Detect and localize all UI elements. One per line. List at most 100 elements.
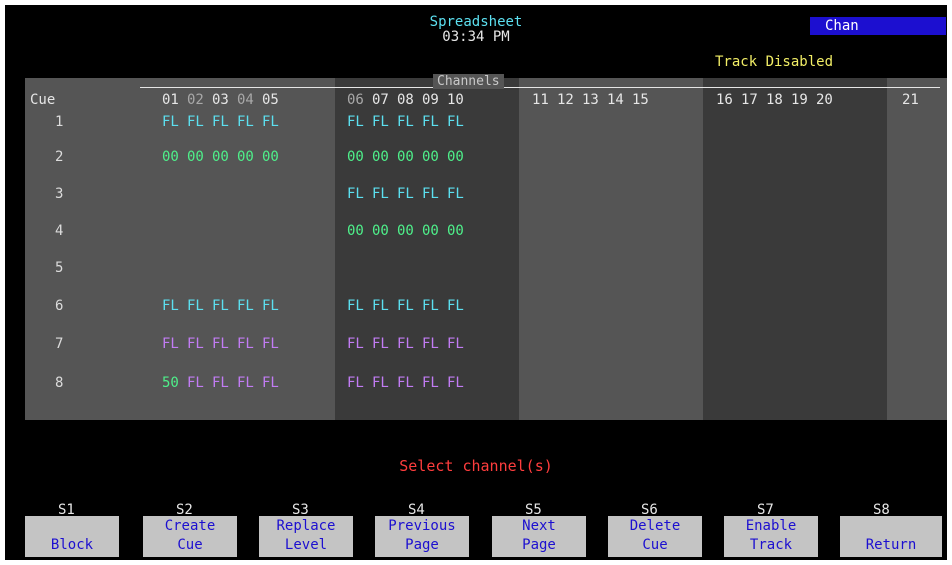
softkey-s3[interactable]: Replace Level: [259, 516, 353, 557]
level-cell[interactable]: FL: [262, 336, 279, 352]
softkey-label-line1: Delete: [629, 518, 681, 534]
softkey-label-line1: Enable: [745, 518, 797, 534]
softkey-s8[interactable]: Return: [840, 516, 942, 557]
level-cell[interactable]: FL: [422, 336, 439, 352]
level-cell[interactable]: 00: [397, 223, 414, 239]
cue-number[interactable]: 5: [55, 260, 63, 276]
level-cell[interactable]: 00: [262, 149, 279, 165]
cue-number[interactable]: 4: [55, 223, 63, 239]
cue-number[interactable]: 1: [55, 114, 63, 130]
level-cell[interactable]: 00: [162, 149, 179, 165]
level-cell[interactable]: FL: [397, 186, 414, 202]
softkey-s1[interactable]: Block: [25, 516, 119, 557]
level-cell[interactable]: 50: [162, 375, 179, 391]
channel-header-08[interactable]: 08: [397, 93, 414, 108]
cue-number[interactable]: 2: [55, 149, 63, 165]
channel-header-17[interactable]: 17: [741, 93, 758, 108]
level-cell[interactable]: FL: [372, 336, 389, 352]
channel-header-21[interactable]: 21: [902, 93, 919, 108]
channel-header-09[interactable]: 09: [422, 93, 439, 108]
level-cell[interactable]: FL: [237, 114, 254, 130]
softkey-s5[interactable]: Next Page: [492, 516, 586, 557]
level-cell[interactable]: 00: [372, 149, 389, 165]
channel-header-16[interactable]: 16: [716, 93, 733, 108]
softkey-s7[interactable]: Enable Track: [724, 516, 818, 557]
level-cell[interactable]: FL: [187, 114, 204, 130]
level-cell[interactable]: 00: [422, 149, 439, 165]
level-cell[interactable]: 00: [397, 149, 414, 165]
channel-header-10[interactable]: 10: [447, 93, 464, 108]
level-cell[interactable]: FL: [162, 298, 179, 314]
level-cell[interactable]: FL: [237, 336, 254, 352]
level-cell[interactable]: 00: [187, 149, 204, 165]
level-cell[interactable]: FL: [187, 375, 204, 391]
level-cell[interactable]: FL: [187, 336, 204, 352]
level-cell[interactable]: FL: [372, 114, 389, 130]
channel-header-04[interactable]: 04: [237, 93, 254, 108]
level-cell[interactable]: FL: [187, 298, 204, 314]
softkey-label-line2: Return: [865, 537, 917, 553]
channel-header-18[interactable]: 18: [766, 93, 783, 108]
level-cell[interactable]: FL: [237, 298, 254, 314]
level-cell[interactable]: FL: [347, 298, 364, 314]
channel-header-05[interactable]: 05: [262, 93, 279, 108]
level-cell[interactable]: FL: [422, 375, 439, 391]
level-cell[interactable]: FL: [212, 336, 229, 352]
channel-header-13[interactable]: 13: [582, 93, 599, 108]
cue-number[interactable]: 3: [55, 186, 63, 202]
softkey-s4[interactable]: Previous Page: [375, 516, 469, 557]
level-cell[interactable]: 00: [372, 223, 389, 239]
level-cell[interactable]: FL: [212, 298, 229, 314]
level-cell[interactable]: FL: [397, 375, 414, 391]
level-cell[interactable]: FL: [397, 336, 414, 352]
level-cell[interactable]: 00: [212, 149, 229, 165]
cue-number[interactable]: 8: [55, 375, 63, 391]
level-cell[interactable]: FL: [422, 186, 439, 202]
channel-header-07[interactable]: 07: [372, 93, 389, 108]
level-cell[interactable]: FL: [347, 375, 364, 391]
level-cell[interactable]: FL: [347, 336, 364, 352]
level-cell[interactable]: 00: [347, 223, 364, 239]
channel-header-01[interactable]: 01: [162, 93, 179, 108]
level-cell[interactable]: 00: [237, 149, 254, 165]
level-cell[interactable]: FL: [262, 375, 279, 391]
level-cell[interactable]: 00: [447, 223, 464, 239]
level-cell[interactable]: FL: [212, 375, 229, 391]
channel-header-14[interactable]: 14: [607, 93, 624, 108]
channel-header-12[interactable]: 12: [557, 93, 574, 108]
level-cell[interactable]: FL: [162, 336, 179, 352]
level-cell[interactable]: FL: [162, 114, 179, 130]
channel-header-02[interactable]: 02: [187, 93, 204, 108]
softkey-s6[interactable]: Delete Cue: [608, 516, 702, 557]
channel-header-15[interactable]: 15: [632, 93, 649, 108]
channel-header-20[interactable]: 20: [816, 93, 833, 108]
level-cell[interactable]: 00: [422, 223, 439, 239]
level-cell[interactable]: FL: [372, 186, 389, 202]
channel-header-11[interactable]: 11: [532, 93, 549, 108]
level-cell[interactable]: FL: [397, 298, 414, 314]
level-cell[interactable]: FL: [347, 114, 364, 130]
level-cell[interactable]: 00: [347, 149, 364, 165]
level-cell[interactable]: FL: [422, 298, 439, 314]
channel-header-06[interactable]: 06: [347, 93, 364, 108]
level-cell[interactable]: FL: [447, 186, 464, 202]
level-cell[interactable]: FL: [237, 375, 254, 391]
level-cell[interactable]: FL: [447, 336, 464, 352]
cue-number[interactable]: 7: [55, 336, 63, 352]
level-cell[interactable]: FL: [422, 114, 439, 130]
softkey-s2[interactable]: Create Cue: [143, 516, 237, 557]
level-cell[interactable]: 00: [447, 149, 464, 165]
level-cell[interactable]: FL: [347, 186, 364, 202]
level-cell[interactable]: FL: [372, 375, 389, 391]
level-cell[interactable]: FL: [212, 114, 229, 130]
cue-number[interactable]: 6: [55, 298, 63, 314]
channel-header-19[interactable]: 19: [791, 93, 808, 108]
level-cell[interactable]: FL: [397, 114, 414, 130]
level-cell[interactable]: FL: [447, 298, 464, 314]
channel-header-03[interactable]: 03: [212, 93, 229, 108]
level-cell[interactable]: FL: [262, 114, 279, 130]
level-cell[interactable]: FL: [372, 298, 389, 314]
level-cell[interactable]: FL: [447, 114, 464, 130]
level-cell[interactable]: FL: [447, 375, 464, 391]
level-cell[interactable]: FL: [262, 298, 279, 314]
